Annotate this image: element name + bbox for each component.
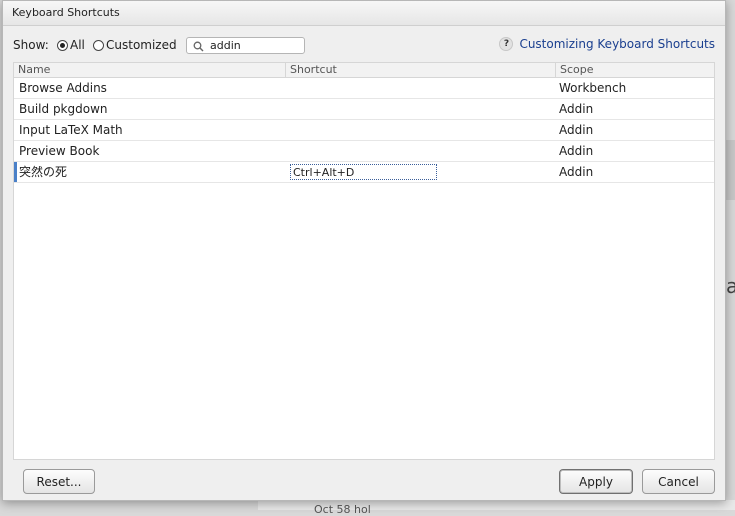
table-row[interactable]: Build pkgdown Addin xyxy=(14,99,714,120)
help-area: ? Customizing Keyboard Shortcuts xyxy=(499,37,715,51)
row-scope: Workbench xyxy=(559,81,627,95)
dialog-title: Keyboard Shortcuts xyxy=(3,1,725,26)
show-label: Show: xyxy=(13,38,49,52)
table-row[interactable]: Preview Book Addin xyxy=(14,141,714,162)
radio-unselected-icon xyxy=(93,39,104,51)
customizing-shortcuts-link[interactable]: Customizing Keyboard Shortcuts xyxy=(519,37,715,51)
background-app-panel xyxy=(725,140,735,200)
column-header-shortcut[interactable]: Shortcut xyxy=(285,63,555,77)
radio-selected-icon xyxy=(57,39,68,51)
table-row-selected[interactable]: 突然の死 Addin xyxy=(14,162,714,183)
apply-button[interactable]: Apply xyxy=(559,469,633,494)
reset-button[interactable]: Reset... xyxy=(23,469,95,494)
row-scope: Addin xyxy=(559,123,594,137)
keyboard-shortcuts-dialog: Keyboard Shortcuts Show: All Customized … xyxy=(2,0,726,501)
search-input[interactable] xyxy=(210,39,300,52)
column-header-name[interactable]: Name xyxy=(14,63,285,77)
row-scope: Addin xyxy=(559,102,594,116)
background-partial-text: a xyxy=(726,274,735,298)
shortcut-edit-input[interactable] xyxy=(290,164,437,180)
shortcuts-table: Name Shortcut Scope Browse Addins Workbe… xyxy=(13,62,715,460)
table-row[interactable]: Browse Addins Workbench xyxy=(14,78,714,99)
row-name: Input LaTeX Math xyxy=(19,123,123,137)
cancel-button[interactable]: Cancel xyxy=(642,469,715,494)
table-row[interactable]: Input LaTeX Math Addin xyxy=(14,120,714,141)
row-name: Build pkgdown xyxy=(19,102,108,116)
filter-customized-radio[interactable]: Customized xyxy=(93,38,177,52)
row-name: 突然の死 xyxy=(19,165,68,179)
help-icon[interactable]: ? xyxy=(499,37,514,51)
row-name: Preview Book xyxy=(19,144,100,158)
table-header: Name Shortcut Scope xyxy=(14,63,714,78)
search-icon xyxy=(193,41,204,52)
column-header-scope[interactable]: Scope xyxy=(555,63,714,77)
filter-all-radio[interactable]: All xyxy=(57,38,85,52)
row-scope: Addin xyxy=(559,144,594,158)
filter-toolbar: Show: All Customized ? Customizing Keybo… xyxy=(13,37,715,55)
search-box[interactable] xyxy=(186,37,305,54)
row-name: Browse Addins xyxy=(19,81,107,95)
filter-customized-label: Customized xyxy=(106,38,177,52)
filter-all-label: All xyxy=(70,38,85,52)
row-scope: Addin xyxy=(559,165,594,179)
